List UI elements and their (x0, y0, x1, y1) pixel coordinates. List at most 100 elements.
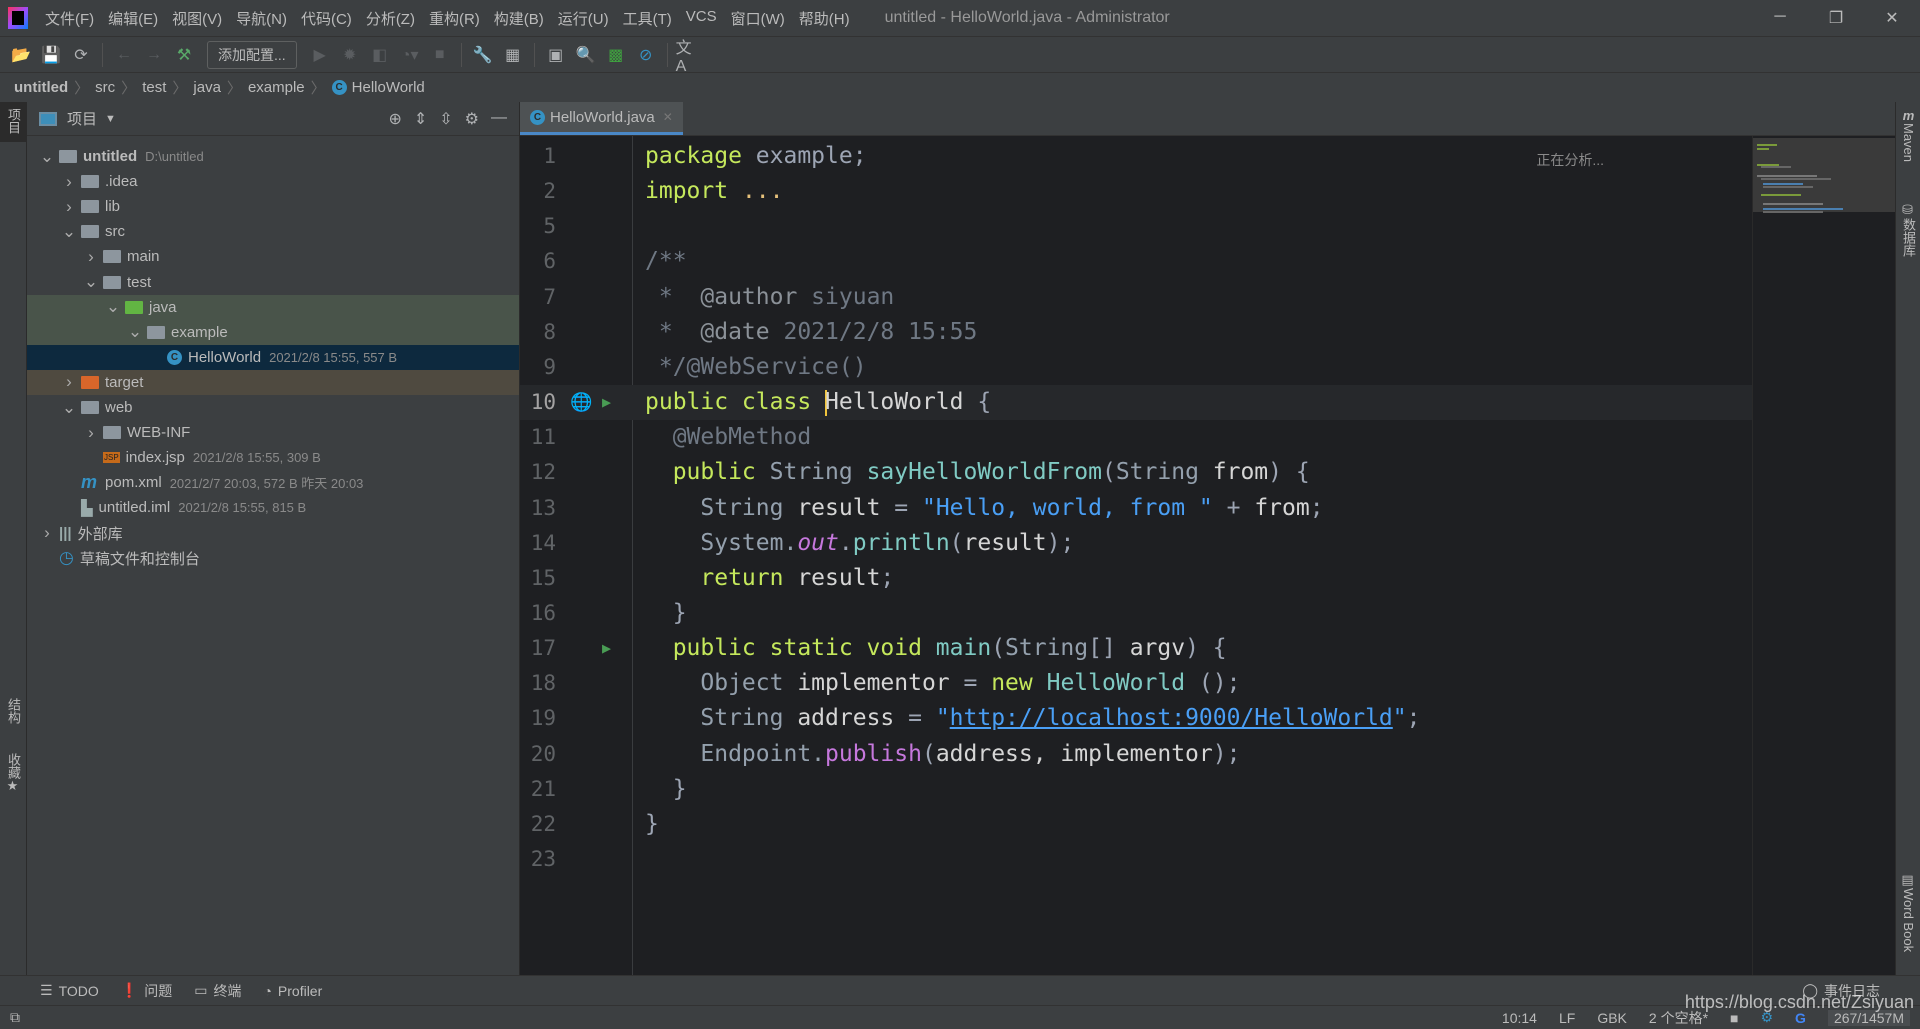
code-line[interactable]: 22} (520, 807, 1752, 842)
code-line[interactable]: 13 String result = "Hello, world, from "… (520, 491, 1752, 526)
menu-1[interactable]: 编辑(E) (101, 8, 165, 29)
open-folder-icon[interactable]: 📂 (8, 42, 34, 68)
code-line[interactable]: 15 return result; (520, 561, 1752, 596)
menu-7[interactable]: 构建(B) (487, 8, 551, 29)
forward-icon[interactable]: → (141, 42, 167, 68)
project-view-selector[interactable]: 项目 (67, 108, 97, 129)
tree-item[interactable]: › WEB-INF (27, 420, 519, 445)
code-line[interactable]: 12 public String sayHelloWorldFrom(Strin… (520, 455, 1752, 490)
code-line[interactable]: 14 System.out.println(result); (520, 526, 1752, 561)
expand-all-icon[interactable]: ⇕ (414, 109, 427, 129)
back-icon[interactable]: ← (111, 42, 137, 68)
run-gutter-icon[interactable]: ▶ (602, 631, 611, 666)
tree-item[interactable]: › target (27, 369, 519, 395)
wordbook-tool-tab[interactable]: ▤ Word Book (1895, 867, 1920, 958)
tree-item[interactable]: ⌄ untitled D:\untitled (27, 144, 519, 169)
build-hammer-icon[interactable]: ⚒ (171, 42, 197, 68)
chevron-down-icon[interactable]: ⌄ (59, 398, 79, 418)
menu-12[interactable]: 帮助(H) (792, 8, 857, 29)
chevron-right-icon[interactable]: › (81, 247, 101, 267)
breadcrumb-item[interactable]: untitled (14, 79, 68, 96)
chevron-down-icon[interactable]: ⌄ (59, 222, 79, 242)
menu-3[interactable]: 导航(N) (229, 8, 294, 29)
database-tool-tab[interactable]: ⛁ 数据库 (1895, 197, 1920, 263)
profiler-tab[interactable]: ◔ Profiler (263, 983, 322, 999)
tree-item[interactable]: ◷ 草稿文件和控制台 (27, 546, 519, 571)
menu-11[interactable]: 窗口(W) (724, 8, 792, 29)
run-gutter-icon[interactable]: ▶ (602, 385, 611, 420)
close-button[interactable]: ✕ (1864, 8, 1920, 28)
chevron-down-icon[interactable]: ▼ (105, 113, 116, 125)
breadcrumb-item[interactable]: test (142, 79, 166, 96)
debug-icon[interactable]: ✹ (337, 42, 363, 68)
code-line[interactable]: 11 @WebMethod (520, 420, 1752, 455)
chevron-down-icon[interactable]: ⌄ (103, 297, 123, 317)
code-line[interactable]: 20 Endpoint.publish(address, implementor… (520, 737, 1752, 772)
collapse-all-icon[interactable]: ⇳ (439, 109, 452, 129)
menu-6[interactable]: 重构(R) (422, 8, 487, 29)
chevron-right-icon[interactable]: › (59, 372, 79, 392)
breadcrumb-item[interactable]: java (193, 79, 221, 96)
chevron-down-icon[interactable]: ⌄ (37, 147, 57, 167)
terminal-tab[interactable]: ▭ 终端 (194, 981, 241, 1001)
maven-tool-tab[interactable]: m Maven (1895, 102, 1920, 168)
save-icon[interactable]: 💾 (38, 42, 64, 68)
tree-item[interactable]: › .idea (27, 169, 519, 194)
chevron-down-icon[interactable]: ⌄ (81, 272, 101, 292)
problems-tab[interactable]: ❗ 问题 (121, 981, 172, 1001)
power-save-icon[interactable]: ⊘ (633, 42, 659, 68)
code-token[interactable]: http://localhost:9000/HelloWorld (950, 705, 1393, 731)
code-line[interactable]: 1 package example; (520, 139, 1752, 174)
minimize-button[interactable]: ─ (1752, 8, 1808, 28)
tree-item[interactable]: C HelloWorld 2021/2/8 15:55, 557 B (27, 344, 519, 370)
run-icon[interactable]: ▶ (307, 42, 333, 68)
caret-position[interactable]: 10:14 (1502, 1010, 1537, 1026)
translate-icon[interactable]: 文A (676, 40, 702, 75)
menu-0[interactable]: 文件(F) (38, 8, 101, 29)
profile-icon[interactable]: ◔▾ (397, 42, 423, 68)
menu-5[interactable]: 分析(Z) (359, 8, 422, 29)
menu-2[interactable]: 视图(V) (165, 8, 229, 29)
structure-tool-tab[interactable]: 结构 (0, 692, 27, 730)
tree-item[interactable]: m pom.xml 2021/2/7 20:03, 572 B 昨天 20:03 (27, 470, 519, 495)
tree-item[interactable]: ⌄ src (27, 219, 519, 244)
tree-item[interactable]: ⌄ test (27, 270, 519, 295)
toggle-tool-windows-icon[interactable]: ⧉ (10, 1009, 20, 1026)
menu-10[interactable]: VCS (679, 8, 724, 29)
add-configuration-button[interactable]: 添加配置... (207, 40, 297, 69)
code-line[interactable]: 19 String address = "http://localhost:90… (520, 701, 1752, 736)
gear-icon[interactable]: ⚙ (465, 109, 479, 129)
code-line[interactable]: 10 public class HelloWorld {🌐 ▶ (520, 385, 1752, 421)
tree-item[interactable]: › ||| 外部库 (27, 521, 519, 546)
breadcrumb-item[interactable]: src (95, 79, 115, 96)
code-line[interactable]: 2 import ... (520, 174, 1752, 209)
tree-item[interactable]: ⌄ web (27, 395, 519, 420)
menu-8[interactable]: 运行(U) (551, 8, 616, 29)
monitor-icon[interactable]: ▩ (603, 42, 629, 68)
code-line[interactable]: 16 } (520, 596, 1752, 631)
coverage-icon[interactable]: ◧ (367, 42, 393, 68)
restore-button[interactable]: ❐ (1808, 8, 1864, 28)
chevron-right-icon[interactable]: › (81, 423, 101, 443)
code-line[interactable]: 17 public static void main(String[] argv… (520, 631, 1752, 666)
hide-icon[interactable]: — (491, 109, 507, 129)
menu-4[interactable]: 代码(C) (294, 8, 359, 29)
code-line[interactable]: 7 * @author siyuan (520, 280, 1752, 315)
project-tool-tab[interactable]: 项目 (0, 102, 27, 142)
code-line[interactable]: 5 (520, 209, 1752, 244)
code-line[interactable]: 23 (520, 842, 1752, 877)
code-line[interactable]: 8 * @date 2021/2/8 15:55 (520, 315, 1752, 350)
code-area[interactable]: 正在分析... 1 package example; 2 import ... 5 6/*… (520, 136, 1752, 975)
line-separator[interactable]: LF (1559, 1010, 1575, 1026)
favorites-tool-tab[interactable]: 收藏 ★ (0, 747, 27, 800)
minimap[interactable] (1752, 136, 1896, 975)
search-icon[interactable]: 🔍 (573, 42, 599, 68)
tree-item[interactable]: JSP index.jsp 2021/2/8 15:55, 309 B (27, 445, 519, 470)
stop-icon[interactable]: ■ (427, 42, 453, 68)
breadcrumb-item[interactable]: example (248, 79, 305, 96)
web-service-globe-icon[interactable]: 🌐 (570, 385, 592, 420)
tab-helloworld-java[interactable]: C HelloWorld.java ✕ (520, 102, 683, 135)
chevron-right-icon[interactable]: › (59, 172, 79, 192)
tree-item[interactable]: ⌄ example (27, 319, 519, 345)
tree-item[interactable]: ⌄ java (27, 294, 519, 320)
